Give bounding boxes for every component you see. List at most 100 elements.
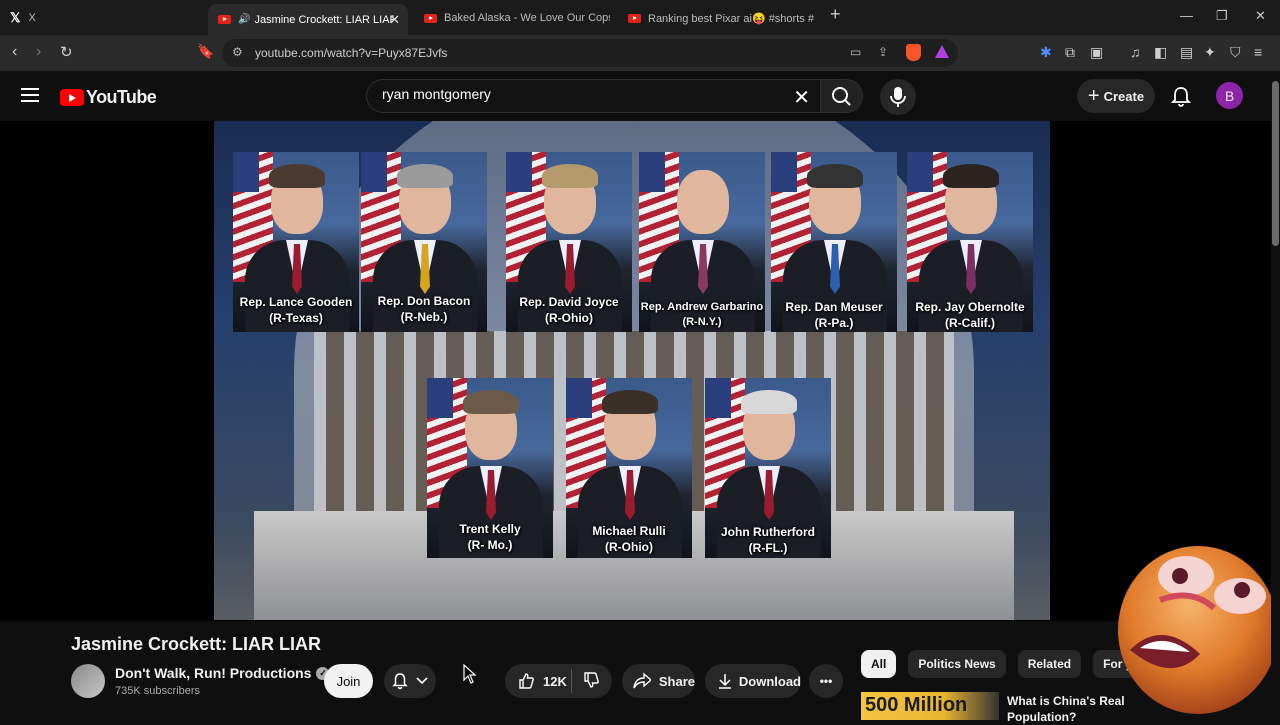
dislike-button[interactable] (572, 671, 600, 692)
minimize-icon[interactable]: — (1180, 8, 1193, 23)
rep-name: John Rutherford (721, 525, 815, 539)
leo-ai-icon[interactable]: ✦ (1204, 44, 1216, 61)
sidebar-icon[interactable]: ◧ (1154, 44, 1167, 61)
rep-party: (R- Mo.) (467, 538, 513, 553)
account-avatar[interactable]: B (1216, 82, 1243, 109)
search-input[interactable] (382, 86, 762, 102)
maximize-icon[interactable]: ❐ (1216, 8, 1228, 24)
rep-card: Rep. David Joyce (R-Ohio) (506, 152, 632, 332)
rep-name: Rep. Lance Gooden (239, 295, 353, 309)
chip-all[interactable]: All (861, 650, 897, 678)
rep-party: (R-FL.) (748, 541, 788, 556)
channel-avatar[interactable] (71, 664, 105, 698)
like-count: 12K (543, 673, 567, 689)
cast-icon[interactable]: ▭ (850, 45, 861, 59)
youtube-favicon-icon (218, 15, 231, 24)
close-tab-icon[interactable]: ✕ (389, 12, 400, 28)
avatar-initial: B (1224, 87, 1235, 104)
youtube-logo[interactable]: YouTube (60, 87, 157, 108)
tab-x[interactable]: 𝕏 X (10, 5, 190, 31)
subscription-bell-button[interactable] (384, 664, 436, 698)
mouse-cursor-icon (463, 664, 477, 684)
tab-title: Ranking best Pixar ai😝 #shorts #pix (648, 12, 814, 25)
extensions-icon[interactable]: ⧉ (1065, 44, 1075, 61)
tab-baked-alaska[interactable]: Baked Alaska - We Love Our Cops [L (424, 5, 610, 31)
video-frame[interactable]: Rep. Lance Gooden (R-Texas) Rep. Don Baco… (214, 121, 1050, 620)
like-button[interactable]: 12K (505, 672, 571, 690)
rep-party: (R-Ohio) (605, 540, 653, 555)
chip-related[interactable]: Related (1017, 650, 1082, 678)
video-player[interactable]: Rep. Lance Gooden (R-Texas) Rep. Don Baco… (0, 121, 1280, 621)
site-settings-icon[interactable]: ⚙ (232, 45, 243, 59)
more-icon: ••• (819, 674, 833, 688)
page-scrollbar[interactable] (1271, 71, 1280, 720)
screenshot-icon[interactable]: ▣ (1090, 44, 1103, 61)
notifications-button[interactable] (1170, 85, 1192, 112)
search-button[interactable] (821, 79, 863, 113)
like-dislike-group: 12K (505, 664, 612, 698)
download-icon (719, 674, 731, 689)
tab-title: X (28, 12, 36, 24)
back-icon[interactable]: ‹ (12, 43, 17, 61)
bell-icon (392, 673, 408, 690)
rep-name: Rep. Andrew Garbarino (640, 301, 764, 313)
search-icon (832, 87, 851, 106)
chevron-down-icon (416, 677, 428, 685)
youtube-play-icon (60, 89, 84, 106)
search-box: ✕ (366, 79, 821, 113)
chip-politics-news[interactable]: Politics News (908, 650, 1006, 678)
rep-party: (R-Texas) (269, 311, 323, 326)
logo-text: YouTube (86, 87, 157, 107)
brave-shield-icon[interactable] (906, 44, 921, 61)
rep-party: (R-Calif.) (945, 316, 995, 331)
voice-search-button[interactable] (880, 79, 916, 115)
rep-name: Rep. Dan Meuser (785, 300, 883, 314)
scrollbar-thumb[interactable] (1272, 81, 1279, 246)
join-button[interactable]: Join (324, 664, 373, 698)
thumbs-down-icon (584, 671, 599, 688)
hamburger-menu-icon[interactable] (21, 88, 39, 106)
rep-card: Rep. Lance Gooden (R-Texas) (233, 152, 359, 332)
rep-party: (R-Pa.) (814, 316, 854, 331)
clear-search-icon[interactable]: ✕ (793, 85, 810, 110)
url-text: youtube.com/watch?v=Puyx87EJvfs (255, 46, 448, 60)
close-window-icon[interactable]: ✕ (1255, 8, 1266, 24)
reload-icon[interactable]: ↻ (60, 43, 73, 61)
speaker-icon[interactable]: 🔊 (238, 14, 250, 25)
youtube-favicon-icon (628, 13, 641, 23)
create-label: Create (1103, 88, 1145, 104)
bookmark-icon[interactable]: 🔖 (197, 43, 214, 60)
vpn-icon[interactable]: ✱ (1040, 44, 1052, 61)
forward-icon[interactable]: › (36, 43, 41, 61)
tab-active-video[interactable]: 🔊 Jasmine Crockett: LIAR LIAR - ✕ (208, 4, 408, 35)
plus-icon: + (1087, 84, 1100, 107)
channel-name[interactable]: Don't Walk, Run! Productions (115, 665, 311, 681)
related-video-thumbnail[interactable]: 500 Million (861, 692, 999, 720)
rep-party: (R-Neb.) (400, 310, 448, 325)
share-page-icon[interactable]: ⇪ (878, 45, 888, 59)
channel-name-row[interactable]: Don't Walk, Run! Productions ✓ (115, 665, 330, 681)
download-button[interactable]: Download (705, 664, 801, 698)
media-icon[interactable]: ♫ (1130, 44, 1141, 60)
tab-title: Baked Alaska - We Love Our Cops [L (444, 12, 610, 24)
address-bar[interactable]: ⚙ youtube.com/watch?v=Puyx87EJvfs ▭ ⇪ (222, 39, 958, 67)
youtube-favicon-icon (424, 13, 437, 23)
bell-icon (1170, 87, 1192, 107)
more-actions-button[interactable]: ••• (809, 664, 843, 698)
browser-toolbar: ‹ › ↻ 🔖 ⚙ youtube.com/watch?v=Puyx87EJvf… (0, 35, 1280, 71)
menu-icon[interactable]: ≡ (1254, 44, 1262, 60)
share-button[interactable]: Share (622, 664, 695, 698)
share-label: Share (658, 673, 695, 689)
thumbs-up-icon (519, 673, 534, 689)
vpn-shield-icon[interactable]: ⛉ (1230, 44, 1241, 61)
thumbnail-text: 500 Million (865, 694, 968, 716)
download-label: Download (738, 673, 801, 689)
tab-pixar[interactable]: Ranking best Pixar ai😝 #shorts #pix (628, 5, 814, 31)
brave-rewards-icon[interactable] (935, 45, 949, 58)
browser-tab-strip: 𝕏 X 🔊 Jasmine Crockett: LIAR LIAR - ✕ Ba… (0, 0, 1280, 35)
wallet-icon[interactable]: ▤ (1180, 44, 1193, 61)
new-tab-icon[interactable]: + (830, 4, 841, 25)
tab-title: Jasmine Crockett: LIAR LIAR - (254, 13, 395, 26)
create-button[interactable]: + Create (1077, 79, 1155, 113)
rep-party: (R-N.Y.) (682, 315, 722, 328)
